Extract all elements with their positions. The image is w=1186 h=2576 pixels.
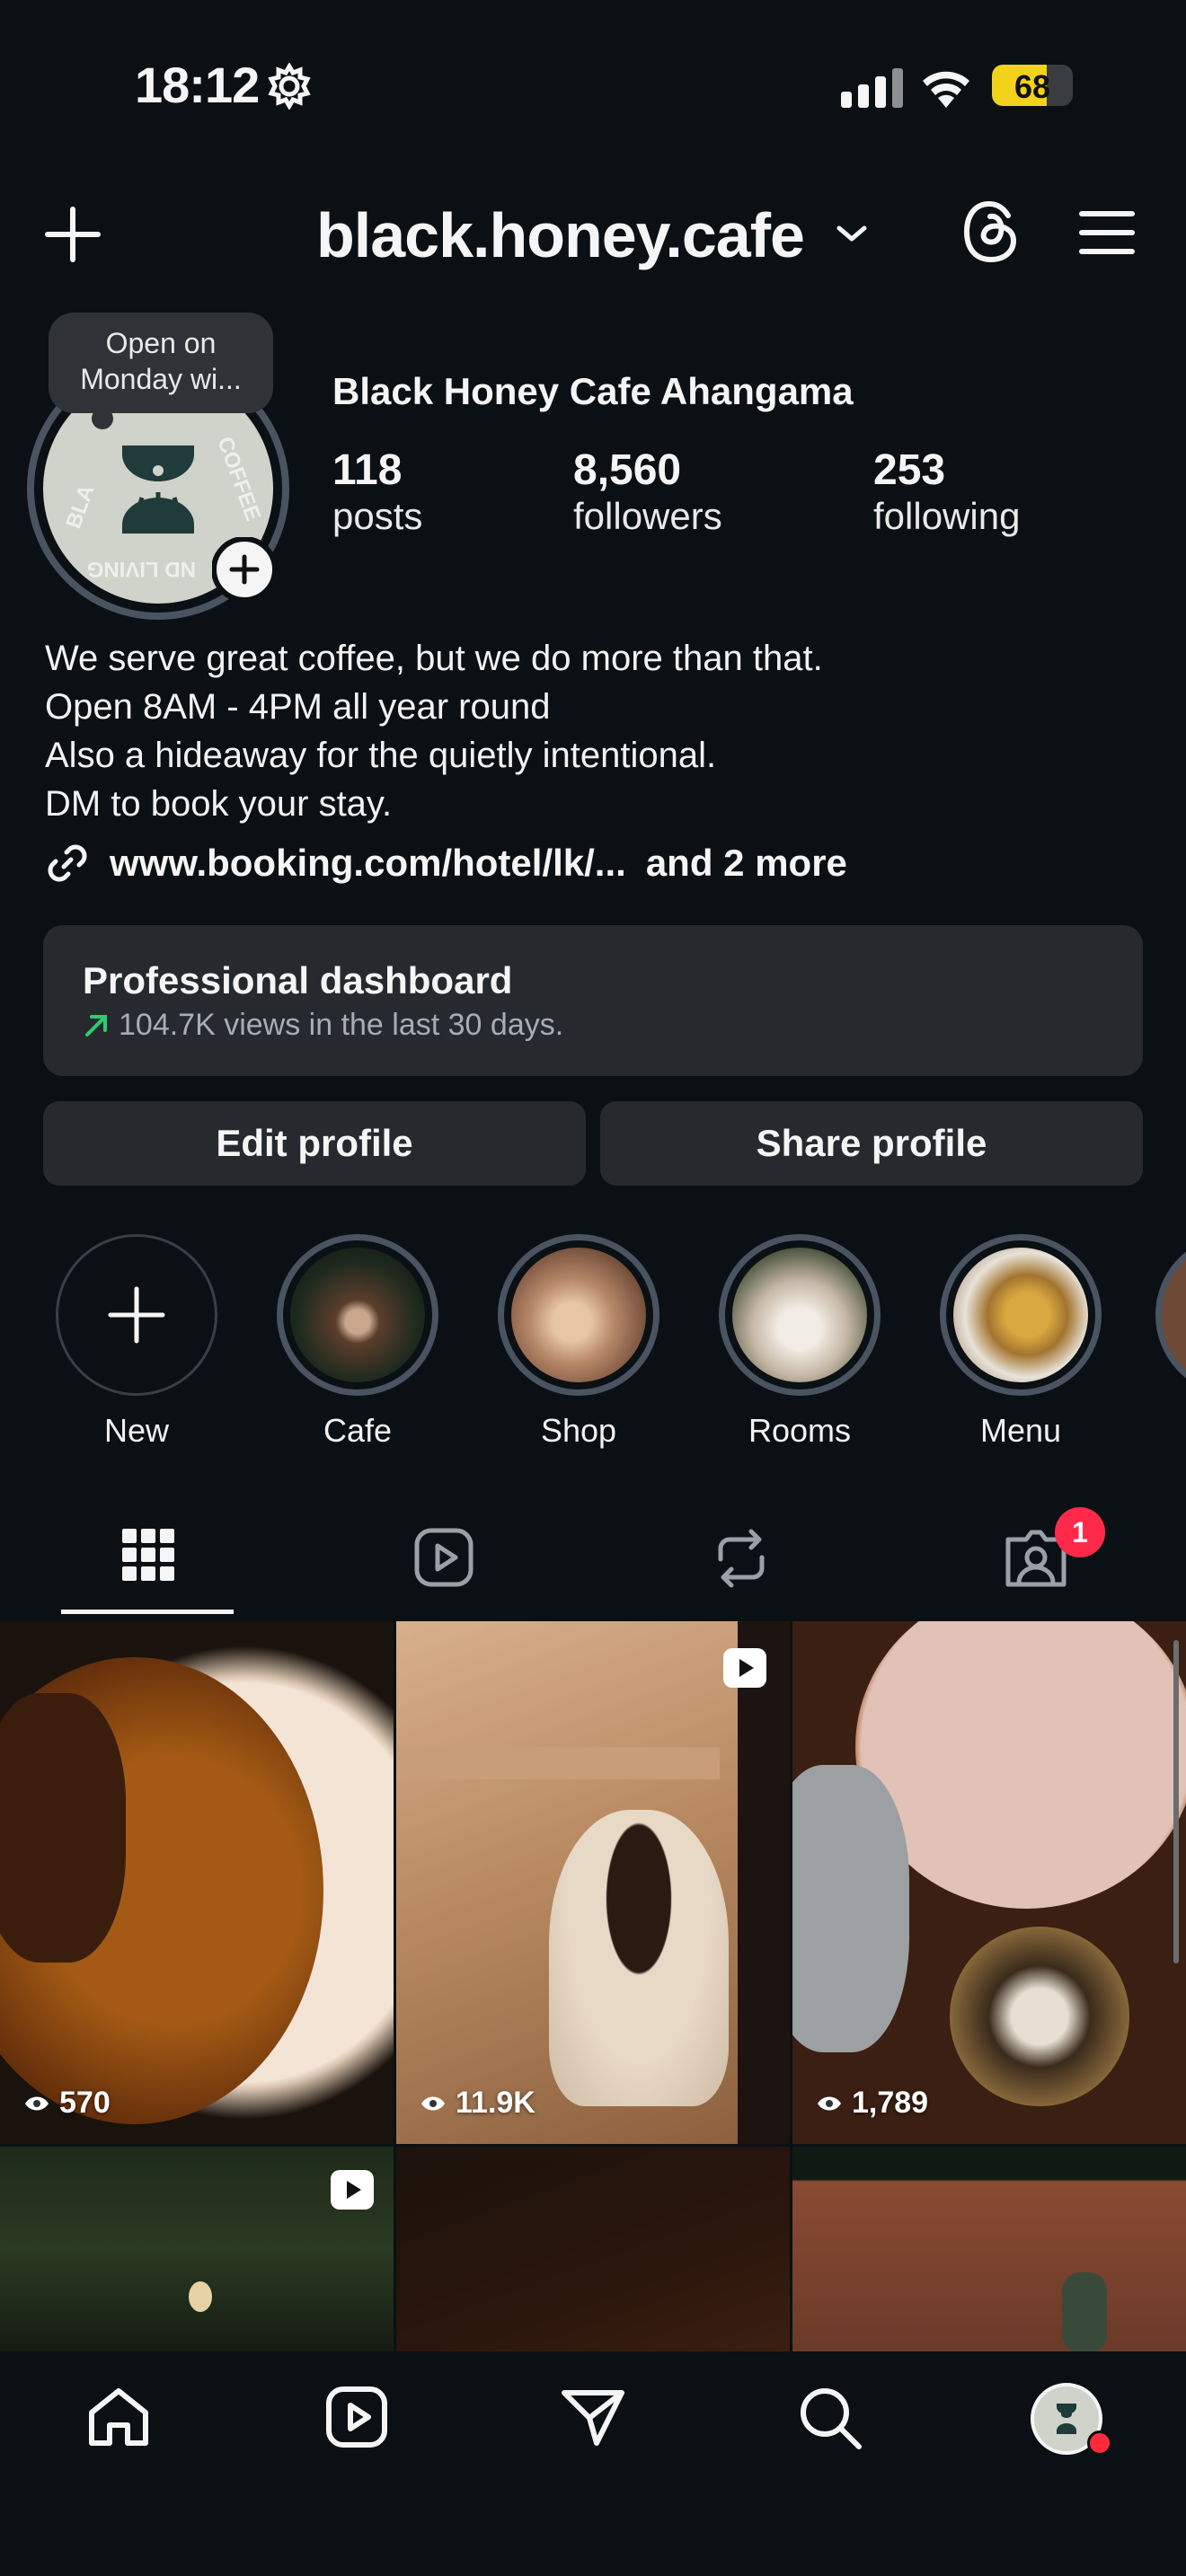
chevron-down-icon[interactable] xyxy=(836,223,868,244)
search-icon[interactable] xyxy=(798,2386,863,2450)
highlight-new[interactable]: New xyxy=(50,1234,223,1450)
bio-line: Open 8AM - 4PM all year round xyxy=(45,687,551,727)
grid-scrollbar[interactable] xyxy=(1173,1640,1179,1963)
direct-messages-icon[interactable] xyxy=(561,2386,625,2448)
wifi-icon xyxy=(918,63,974,108)
tagged-notification-badge: 1 xyxy=(1055,1507,1105,1557)
share-profile-button[interactable]: Share profile xyxy=(600,1101,1143,1186)
threads-icon[interactable] xyxy=(961,199,1021,264)
post-tile-3[interactable]: 1,789 xyxy=(792,1621,1186,2144)
stat-posts[interactable]: 118 posts xyxy=(332,446,422,538)
highlight-rooms-cover xyxy=(719,1234,881,1396)
view-count: 1,789 xyxy=(816,2086,928,2121)
profile-bio: We serve great coffee, but we do more th… xyxy=(45,634,823,828)
highlight-shop[interactable]: Shop xyxy=(492,1234,665,1450)
note-tooltip[interactable]: Open on Monday wi... xyxy=(49,313,273,413)
link-icon xyxy=(45,841,90,886)
profile-display-name: Black Honey Cafe Ahangama xyxy=(332,370,854,412)
post-tile-5[interactable] xyxy=(396,2147,790,2351)
bio-line: DM to book your stay. xyxy=(45,784,393,824)
highlight-label: Cafe xyxy=(323,1412,393,1449)
note-line-2: Monday wi... xyxy=(80,363,242,395)
profile-link-url[interactable]: www.booking.com/hotel/lk/... xyxy=(110,842,626,885)
highlight-menu[interactable]: Menu xyxy=(934,1234,1107,1450)
stat-followers-value: 8,560 xyxy=(573,446,682,494)
menu-hamburger-icon[interactable] xyxy=(1078,208,1136,257)
post-tile-1[interactable]: 570 xyxy=(0,1621,394,2144)
reels-nav-icon[interactable] xyxy=(325,2386,388,2448)
battery-indicator: 68 xyxy=(992,65,1073,106)
active-tab-indicator xyxy=(61,1610,234,1614)
add-story-plus-icon[interactable] xyxy=(212,537,277,602)
highlight-label: Menu xyxy=(979,1412,1062,1449)
highlight-label: New xyxy=(103,1412,170,1449)
cellular-signal-icon xyxy=(841,66,904,108)
stat-followers[interactable]: 8,560 followers xyxy=(573,446,722,538)
view-count: 570 xyxy=(23,2086,111,2121)
reposts-tab-icon[interactable] xyxy=(712,1527,771,1590)
highlight-rooms[interactable]: Rooms xyxy=(713,1234,886,1450)
highlight-cafe[interactable]: Cafe xyxy=(271,1234,444,1450)
note-line-1: Open on xyxy=(105,327,217,359)
edit-profile-button[interactable]: Edit profile xyxy=(43,1101,586,1186)
reel-indicator-icon xyxy=(723,1648,766,1688)
stat-following-value: 253 xyxy=(873,446,946,494)
view-count-text: 570 xyxy=(59,2086,111,2120)
stat-followers-label: followers xyxy=(573,495,722,537)
status-time: 18:12 xyxy=(135,57,260,113)
reel-indicator-icon xyxy=(331,2170,374,2210)
post-tile-4[interactable] xyxy=(0,2147,394,2351)
post-tile-2[interactable]: 11.9K xyxy=(396,1621,790,2144)
eye-icon xyxy=(818,2096,841,2110)
posts-grid-tab-icon[interactable] xyxy=(120,1527,176,1583)
view-count-text: 11.9K xyxy=(456,2086,535,2120)
highlight-new-circle xyxy=(56,1234,217,1396)
account-username[interactable]: black.honey.cafe xyxy=(316,199,805,271)
highlight-cafe-cover xyxy=(277,1234,438,1396)
highlight-label: Rooms xyxy=(748,1412,852,1449)
stat-posts-label: posts xyxy=(332,495,423,537)
highlight-menu-cover xyxy=(940,1234,1102,1396)
tooltip-tail xyxy=(92,408,113,429)
eye-icon xyxy=(421,2096,445,2110)
stat-posts-value: 118 xyxy=(332,446,403,494)
view-count-text: 1,789 xyxy=(852,2086,929,2120)
professional-dashboard-card[interactable]: Professional dashboard 104.7K views in t… xyxy=(43,925,1143,1076)
battery-percent: 68 xyxy=(1013,68,1051,105)
dashboard-title: Professional dashboard xyxy=(83,959,513,1001)
create-plus-icon[interactable] xyxy=(43,205,102,264)
profile-notification-dot xyxy=(1087,2430,1112,2456)
bio-line: We serve great coffee, but we do more th… xyxy=(45,639,823,678)
reels-tab-icon[interactable] xyxy=(413,1527,474,1588)
highlight-label: Shop xyxy=(540,1412,617,1449)
highlight-shop-cover xyxy=(498,1234,659,1396)
trend-up-arrow-icon xyxy=(83,1012,110,1039)
post-tile-6[interactable] xyxy=(792,2147,1186,2351)
svg-text:ND LIVING: ND LIVING xyxy=(87,557,196,581)
home-icon[interactable] xyxy=(86,2386,151,2448)
stat-following[interactable]: 253 following xyxy=(873,446,1020,538)
dashboard-subtitle-row: 104.7K views in the last 30 days. xyxy=(83,1008,563,1043)
bio-line: Also a hideaway for the quietly intentio… xyxy=(45,736,717,775)
stat-following-label: following xyxy=(873,495,1021,537)
dashboard-subtitle: 104.7K views in the last 30 days. xyxy=(119,1008,564,1042)
settings-gear-icon xyxy=(266,63,313,110)
profile-link-more[interactable]: and 2 more xyxy=(646,842,847,885)
view-count: 11.9K xyxy=(420,2086,535,2121)
profile-links[interactable]: www.booking.com/hotel/lk/... and 2 more xyxy=(45,841,847,886)
eye-icon xyxy=(25,2096,49,2110)
highlight-partial[interactable] xyxy=(1155,1234,1186,1396)
